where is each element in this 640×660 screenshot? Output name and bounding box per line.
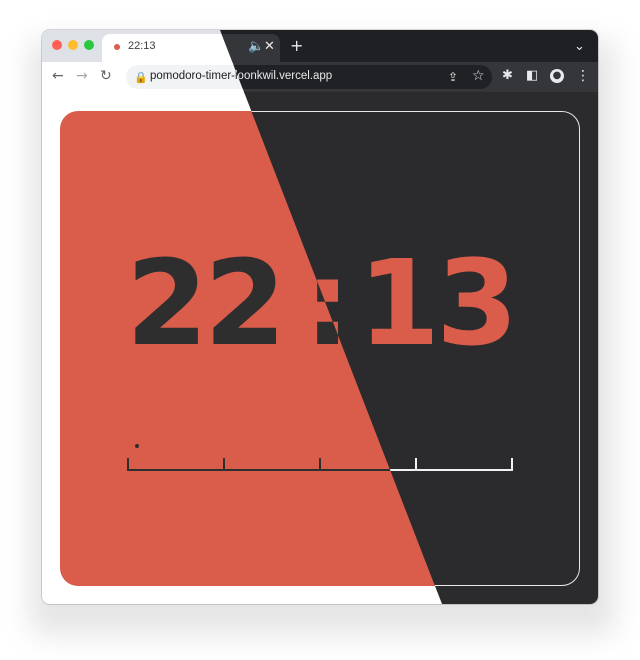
extensions-puzzle-icon[interactable]: ✱ [502, 68, 513, 84]
bookmark-star-icon[interactable]: ☆ [472, 68, 485, 84]
progress-tick [319, 458, 321, 471]
close-window-button[interactable] [52, 40, 62, 50]
close-tab-icon[interactable]: ✕ [264, 39, 275, 55]
timer-minutes: 22 [126, 234, 286, 372]
progress-tick [127, 458, 129, 471]
tab-favicon-dot [114, 44, 120, 50]
tab-title: 22:13 [128, 40, 156, 52]
more-menu-icon[interactable]: ⋮ [576, 68, 590, 84]
new-tab-icon[interactable]: + [290, 38, 303, 54]
browser-window: 22:13 🔈 ✕ + ⌄ ← → ↻ 🔒 pomodoro-timer-loo… [42, 30, 598, 604]
progress-tick [223, 458, 225, 471]
timer-seconds: 13 [358, 234, 518, 372]
progress-tick [415, 458, 417, 471]
share-icon[interactable]: ⇪ [448, 69, 458, 85]
audio-icon[interactable]: 🔈 [248, 39, 264, 55]
progress-marker [135, 444, 139, 448]
profile-avatar-icon[interactable]: ● [550, 69, 564, 83]
screenshot-scene: 22:13 🔈 ✕ + ⌄ ← → ↻ 🔒 pomodoro-timer-loo… [0, 0, 640, 660]
side-panel-icon[interactable]: ◧ [526, 68, 538, 84]
tab-search-icon[interactable]: ⌄ [574, 39, 585, 55]
reload-icon[interactable]: ↻ [100, 68, 112, 84]
minimize-window-button[interactable] [68, 40, 78, 50]
progress-tick [511, 458, 513, 471]
lock-icon[interactable]: 🔒 [134, 70, 148, 86]
maximize-window-button[interactable] [84, 40, 94, 50]
back-arrow-icon[interactable]: ← [52, 68, 64, 84]
forward-arrow-icon[interactable]: → [76, 68, 88, 84]
